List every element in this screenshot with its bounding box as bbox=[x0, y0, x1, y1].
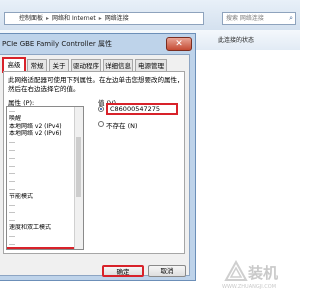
not-present-radio[interactable] bbox=[98, 121, 104, 127]
tab-power[interactable]: 电源管理 bbox=[135, 59, 167, 71]
search-input[interactable]: 搜索 网络连接 ⌕ bbox=[222, 12, 296, 25]
breadcrumb-item[interactable]: 控制面板 bbox=[19, 15, 43, 22]
breadcrumb-separator: ▸ bbox=[46, 15, 50, 22]
description: 此网络适配器可使用下列属性。在左边单击您想要改的属性， 然后在右边选择它的值。 bbox=[8, 76, 184, 93]
property-list-item[interactable]: … bbox=[7, 185, 83, 193]
search-placeholder: 搜索 网络连接 bbox=[226, 15, 264, 22]
property-list-item[interactable]: … bbox=[7, 201, 83, 209]
scroll-thumb[interactable] bbox=[76, 137, 81, 197]
property-list-item[interactable]: … bbox=[7, 208, 83, 216]
properties-dialog: PCIe GBE Family Controller 属性 ✕ 高级 常规 关于… bbox=[0, 33, 196, 281]
tab-advanced[interactable]: 高级 bbox=[2, 57, 26, 73]
tab-details[interactable]: 详细信息 bbox=[103, 59, 133, 71]
property-list-item[interactable]: 网络地址 bbox=[7, 247, 83, 249]
list-scrollbar[interactable] bbox=[74, 107, 83, 249]
search-icon[interactable]: ⌕ bbox=[289, 13, 293, 24]
value-radio[interactable] bbox=[98, 106, 104, 112]
property-list-item[interactable]: … bbox=[7, 240, 83, 248]
close-button[interactable]: ✕ bbox=[166, 37, 192, 51]
property-list-item[interactable]: 节能模式 bbox=[7, 193, 83, 201]
tab-about[interactable]: 关于 bbox=[49, 59, 69, 71]
property-list-item[interactable]: … bbox=[7, 154, 83, 162]
property-list-item[interactable]: … bbox=[7, 138, 83, 146]
cancel-button[interactable]: 取消 bbox=[148, 265, 186, 277]
breadcrumb-item[interactable]: 网络连接 bbox=[105, 15, 129, 22]
tab-general[interactable]: 常规 bbox=[27, 59, 47, 71]
address-bar[interactable]: 控制面板 ▸ 网络和 Internet ▸ 网络连接 bbox=[4, 12, 204, 25]
property-list-item[interactable]: 速度和双工模式 bbox=[7, 224, 83, 232]
watermark: 装机 WWW.ZHUANGJI.COM bbox=[222, 258, 300, 292]
tab-driver[interactable]: 驱动程序 bbox=[71, 59, 101, 71]
watermark-text: 装机 bbox=[248, 264, 279, 282]
property-list-item[interactable]: … bbox=[7, 216, 83, 224]
property-list-item[interactable]: 本地网络 v2 (IPv6) bbox=[7, 130, 83, 138]
explorer-titlebar: 控制面板 ▸ 网络和 Internet ▸ 网络连接 搜索 网络连接 ⌕ bbox=[0, 0, 300, 30]
watermark-logo-icon bbox=[224, 260, 248, 281]
value-input[interactable]: C86000547275 bbox=[106, 103, 178, 115]
property-list[interactable]: … 唤醒 本地网络 v2 (IPv4) 本地网络 v2 (IPv6)………………… 节能… bbox=[6, 106, 84, 250]
property-list-item[interactable]: … bbox=[7, 146, 83, 154]
property-list-item[interactable]: … bbox=[7, 107, 83, 115]
breadcrumb-separator: ▸ bbox=[98, 15, 102, 22]
ok-button[interactable]: 确定 bbox=[102, 265, 144, 277]
property-list-item[interactable]: … bbox=[7, 162, 83, 170]
watermark-url: WWW.ZHUANGJI.COM bbox=[222, 284, 277, 290]
breadcrumb-item[interactable]: 网络和 Internet bbox=[52, 15, 96, 22]
tab-page-advanced: 此网络适配器可使用下列属性。在左边单击您想要改的属性， 然后在右边选择它的值。 … bbox=[3, 71, 185, 254]
property-list-item[interactable]: … bbox=[7, 232, 83, 240]
property-list-item[interactable]: … bbox=[7, 177, 83, 185]
dialog-client: 高级 常规 关于 驱动程序 详细信息 电源管理 此网络适配器可使用下列属性。在左… bbox=[0, 54, 190, 277]
not-present-label: 不存在 (N) bbox=[106, 122, 138, 130]
property-list-item[interactable]: 本地网络 v2 (IPv4) bbox=[7, 123, 83, 131]
property-list-item[interactable]: 唤醒 bbox=[7, 115, 83, 123]
property-list-item[interactable]: … bbox=[7, 169, 83, 177]
view-status-button[interactable]: 此连接的状态 bbox=[218, 35, 254, 44]
